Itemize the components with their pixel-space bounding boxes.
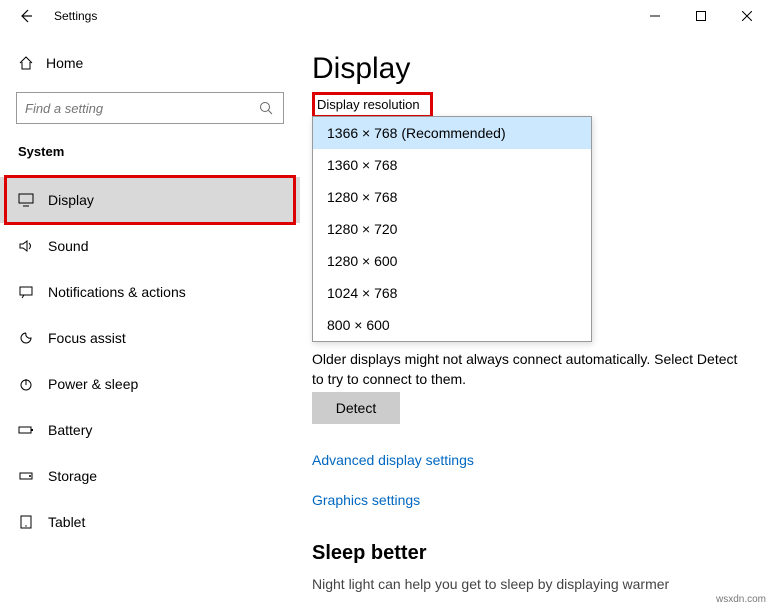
display-icon	[18, 193, 48, 207]
focus-assist-icon	[18, 331, 48, 345]
nav-item-label: Battery	[48, 422, 92, 438]
nav-item-storage[interactable]: Storage	[0, 453, 300, 499]
nav-item-label: Sound	[48, 238, 88, 254]
resolution-option[interactable]: 1024 × 768	[313, 277, 591, 309]
window-title: Settings	[54, 9, 97, 23]
resolution-option[interactable]: 1280 × 600	[313, 245, 591, 277]
link-advanced-display-settings[interactable]: Advanced display settings	[312, 452, 474, 468]
nav-home[interactable]: Home	[0, 42, 300, 84]
sound-icon	[18, 239, 48, 253]
resolution-option[interactable]: 1360 × 768	[313, 149, 591, 181]
search-icon	[259, 101, 275, 115]
nav-item-label: Storage	[48, 468, 97, 484]
resolution-option[interactable]: 800 × 600	[313, 309, 591, 341]
resolution-dropdown[interactable]: 1366 × 768 (Recommended) 1360 × 768 1280…	[312, 116, 592, 342]
notifications-icon	[18, 285, 48, 299]
nav-home-label: Home	[46, 55, 83, 71]
nav-item-label: Power & sleep	[48, 376, 138, 392]
nav-item-label: Display	[48, 192, 94, 208]
maximize-button[interactable]	[678, 0, 724, 32]
resolution-label-highlight: Display resolution	[312, 92, 433, 118]
detect-button[interactable]: Detect	[312, 392, 400, 424]
nav-item-label: Tablet	[48, 514, 85, 530]
nav-item-label: Focus assist	[48, 330, 126, 346]
search-input[interactable]	[16, 92, 284, 124]
sleep-better-heading: Sleep better	[312, 542, 426, 565]
nav-item-battery[interactable]: Battery	[0, 407, 300, 453]
resolution-label: Display resolution	[317, 97, 420, 112]
back-button[interactable]	[6, 0, 46, 32]
minimize-button[interactable]	[632, 0, 678, 32]
link-graphics-settings[interactable]: Graphics settings	[312, 492, 420, 508]
nav-item-tablet[interactable]: Tablet	[0, 499, 300, 545]
tablet-icon	[18, 515, 48, 529]
nav-item-notifications[interactable]: Notifications & actions	[0, 269, 300, 315]
resolution-option[interactable]: 1280 × 720	[313, 213, 591, 245]
close-button[interactable]	[724, 0, 770, 32]
sleep-better-text: Night light can help you get to sleep by…	[312, 576, 740, 592]
home-icon	[18, 55, 46, 71]
multiple-displays-text: Older displays might not always connect …	[312, 350, 740, 389]
nav-item-power-sleep[interactable]: Power & sleep	[0, 361, 300, 407]
page-title: Display	[312, 52, 742, 86]
nav-item-display[interactable]: Display	[0, 177, 300, 223]
resolution-option[interactable]: 1280 × 768	[313, 181, 591, 213]
watermark: wsxdn.com	[716, 594, 766, 605]
nav-item-label: Notifications & actions	[48, 284, 186, 300]
search-field[interactable]	[25, 101, 259, 116]
power-icon	[18, 377, 48, 391]
storage-icon	[18, 469, 48, 483]
nav-item-focus-assist[interactable]: Focus assist	[0, 315, 300, 361]
nav-group-system: System	[0, 134, 300, 177]
nav-item-sound[interactable]: Sound	[0, 223, 300, 269]
battery-icon	[18, 423, 48, 437]
resolution-option[interactable]: 1366 × 768 (Recommended)	[313, 117, 591, 149]
